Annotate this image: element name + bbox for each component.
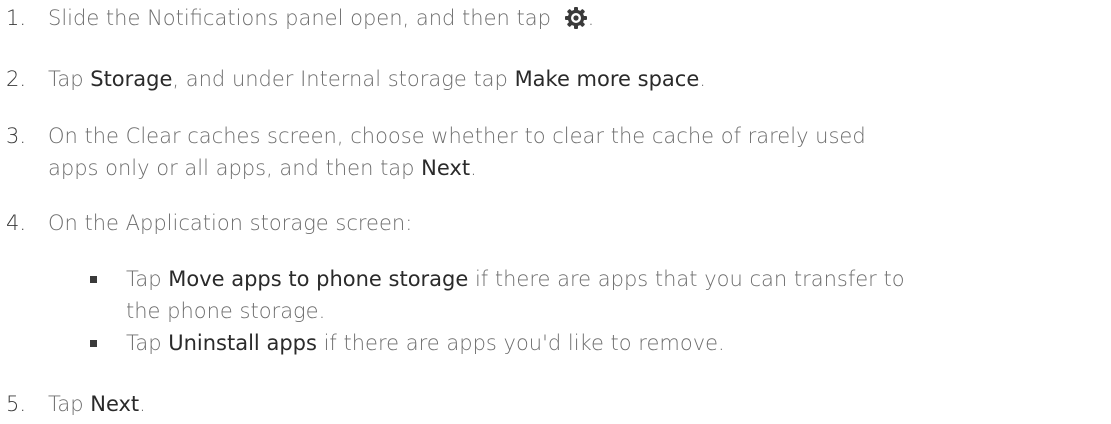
gear-icon	[564, 6, 588, 39]
ui-term-next: Next	[90, 392, 140, 416]
ui-term-uninstall-apps: Uninstall apps	[168, 331, 317, 355]
ui-term-move-apps: Move apps to phone storage	[168, 267, 469, 291]
list-item: Tap Move apps to phone storage if there …	[90, 263, 1103, 327]
step-text: Slide the Notifications panel open, and …	[48, 2, 1103, 39]
step-number: 4.	[6, 211, 27, 235]
ui-term-next: Next	[421, 156, 471, 180]
bullet-marker	[90, 340, 97, 347]
bullet-marker	[90, 276, 97, 283]
bullet-text: Tap Uninstall apps if there are apps you…	[126, 331, 725, 355]
step-number: 5.	[6, 392, 27, 416]
ui-term-make-more-space: Make more space	[514, 67, 700, 91]
step-text: Tap Next.	[48, 392, 146, 416]
step-number: 2.	[6, 67, 27, 91]
ui-term-storage: Storage	[90, 67, 173, 91]
step-text: On the Clear caches screen, choose wheth…	[48, 124, 866, 180]
step-number: 3.	[6, 124, 27, 148]
instructions-document: 1. Slide the Notifications panel open, a…	[0, 0, 1111, 424]
list-item: Tap Uninstall apps if there are apps you…	[90, 327, 1103, 359]
bullet-text: Tap Move apps to phone storage if there …	[126, 267, 905, 323]
step-text: Tap Storage, and under Internal storage …	[48, 67, 706, 91]
step-number: 1.	[6, 6, 27, 30]
step-text: On the Application storage screen:	[48, 211, 413, 235]
